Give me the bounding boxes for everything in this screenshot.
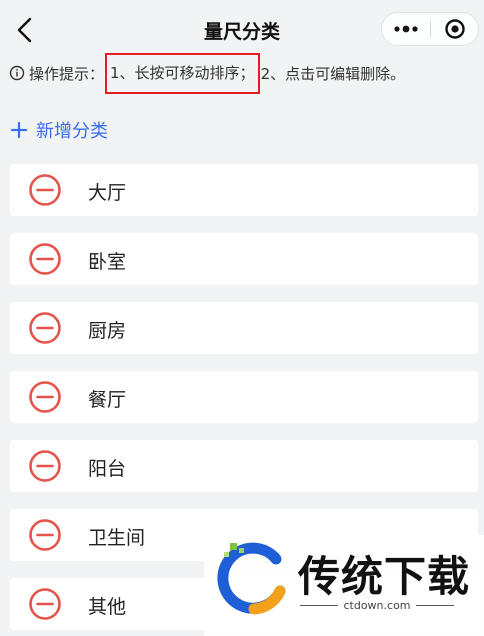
minus-circle-icon[interactable] (28, 173, 62, 207)
category-row[interactable]: 卧室 (10, 233, 478, 285)
miniprogram-capsule (381, 12, 479, 46)
watermark-url-row: ctdown.com (300, 599, 454, 612)
category-label: 卫生间 (88, 527, 146, 549)
more-dots-icon (394, 25, 418, 33)
category-row[interactable]: 阳台 (10, 440, 478, 492)
target-close-icon (445, 19, 465, 39)
minus-circle-icon[interactable] (28, 311, 62, 345)
category-label: 餐厅 (88, 389, 127, 411)
tip-highlight-text: 1、长按可移动排序； (110, 63, 255, 82)
minus-circle-icon[interactable] (28, 587, 62, 621)
navigation-bar: 量尺分类 (0, 0, 484, 58)
plus-icon (10, 121, 28, 139)
watermark-rule-left (300, 605, 339, 606)
tip-highlight-box: 1、长按可移动排序； (105, 52, 260, 94)
add-category-button[interactable]: 新增分类 (10, 115, 108, 145)
category-label: 阳台 (88, 458, 127, 480)
watermark-rule-right (415, 605, 454, 606)
category-row[interactable]: 厨房 (10, 302, 478, 354)
add-category-label: 新增分类 (36, 121, 108, 142)
watermark-name: 传统下载 (298, 552, 471, 601)
category-row[interactable]: 大厅 (10, 164, 478, 216)
tip-suffix: 2、点击可编辑删除。 (260, 64, 406, 83)
category-label: 卧室 (88, 251, 127, 273)
watermark-url: ctdown.com (343, 599, 411, 612)
close-button[interactable] (431, 13, 479, 45)
minus-circle-icon[interactable] (28, 449, 62, 483)
watermark: 传统下载 ctdown.com (204, 535, 484, 636)
minus-circle-icon[interactable] (28, 518, 62, 552)
category-label: 其他 (88, 596, 127, 618)
category-label: 厨房 (88, 320, 127, 342)
operation-tip: 操作提示： 1、长按可移动排序； 2、点击可编辑删除。 (9, 52, 406, 94)
tip-prefix: 操作提示： (29, 64, 105, 83)
minus-circle-icon[interactable] (28, 242, 62, 276)
category-label: 大厅 (88, 182, 127, 204)
more-button[interactable] (382, 13, 430, 45)
minus-circle-icon[interactable] (28, 380, 62, 414)
category-row[interactable]: 餐厅 (10, 371, 478, 423)
info-circle-icon (9, 65, 25, 81)
site-logo-icon (217, 542, 286, 615)
